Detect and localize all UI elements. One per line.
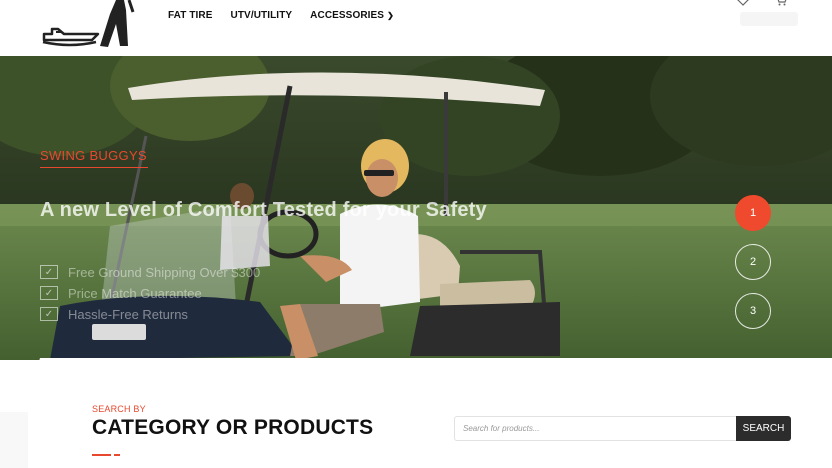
feature-item: ✓ Free Ground Shipping Over $300 — [40, 262, 260, 282]
search-button[interactable]: SEARCH — [736, 416, 791, 441]
nav-fat-tire-label: FAT TIRE — [168, 10, 213, 21]
chevron-down-icon: ❯ — [387, 11, 394, 20]
slider-pagination: 1 2 3 — [735, 195, 771, 342]
header-account-area — [740, 12, 798, 26]
heart-icon[interactable] — [736, 0, 752, 8]
section-title: CATEGORY OR PRODUCTS — [92, 416, 374, 439]
section-eyebrow: SEARCH BY — [92, 404, 146, 414]
feature-item: ✓ Hassle-Free Returns — [40, 304, 260, 324]
header-icons — [736, 0, 790, 8]
nav-fat-tire[interactable]: FAT TIRE — [168, 10, 213, 21]
hero-slider: SWING BUGGYS A new Level of Comfort Test… — [0, 56, 832, 360]
feature-text: Free Ground Shipping Over $300 — [68, 264, 261, 280]
check-icon: ✓ — [40, 307, 58, 321]
nav-accessories[interactable]: ACCESSORIES ❯ — [310, 10, 394, 21]
product-search: SEARCH — [454, 416, 791, 441]
search-section: SEARCH BY CATEGORY OR PRODUCTS SEARCH — [0, 330, 832, 468]
check-icon: ✓ — [40, 265, 58, 279]
page: FAT TIRE UTV/UTILITY ACCESSORIES ❯ SWING… — [0, 0, 832, 468]
title-accent — [92, 454, 122, 456]
section-background — [0, 358, 832, 468]
feature-item: ✓ Price Match Guarantee — [40, 283, 260, 303]
hero-title: A new Level of Comfort Tested for your S… — [40, 199, 487, 221]
slide-dot-2[interactable]: 2 — [735, 244, 771, 280]
hero-tag-underline — [40, 167, 148, 168]
hero-features: ✓ Free Ground Shipping Over $300 ✓ Price… — [40, 262, 260, 325]
cart-icon[interactable] — [774, 0, 790, 8]
nav-utv-utility-label: UTV/UTILITY — [230, 10, 293, 21]
nav-utv-utility[interactable]: UTV/UTILITY — [231, 10, 293, 21]
nav-accessories-label: ACCESSORIES — [310, 10, 385, 21]
site-header: FAT TIRE UTV/UTILITY ACCESSORIES ❯ — [0, 0, 832, 56]
feature-text: Price Match Guarantee — [68, 285, 202, 301]
hero-tag: SWING BUGGYS — [40, 148, 147, 163]
site-logo[interactable] — [40, 0, 140, 52]
search-input[interactable] — [454, 416, 736, 441]
check-icon: ✓ — [40, 286, 58, 300]
slide-dot-3[interactable]: 3 — [735, 293, 771, 329]
slide-dot-1[interactable]: 1 — [735, 195, 771, 231]
feature-text: Hassle-Free Returns — [68, 306, 188, 322]
main-nav: FAT TIRE UTV/UTILITY ACCESSORIES ❯ — [168, 10, 394, 21]
